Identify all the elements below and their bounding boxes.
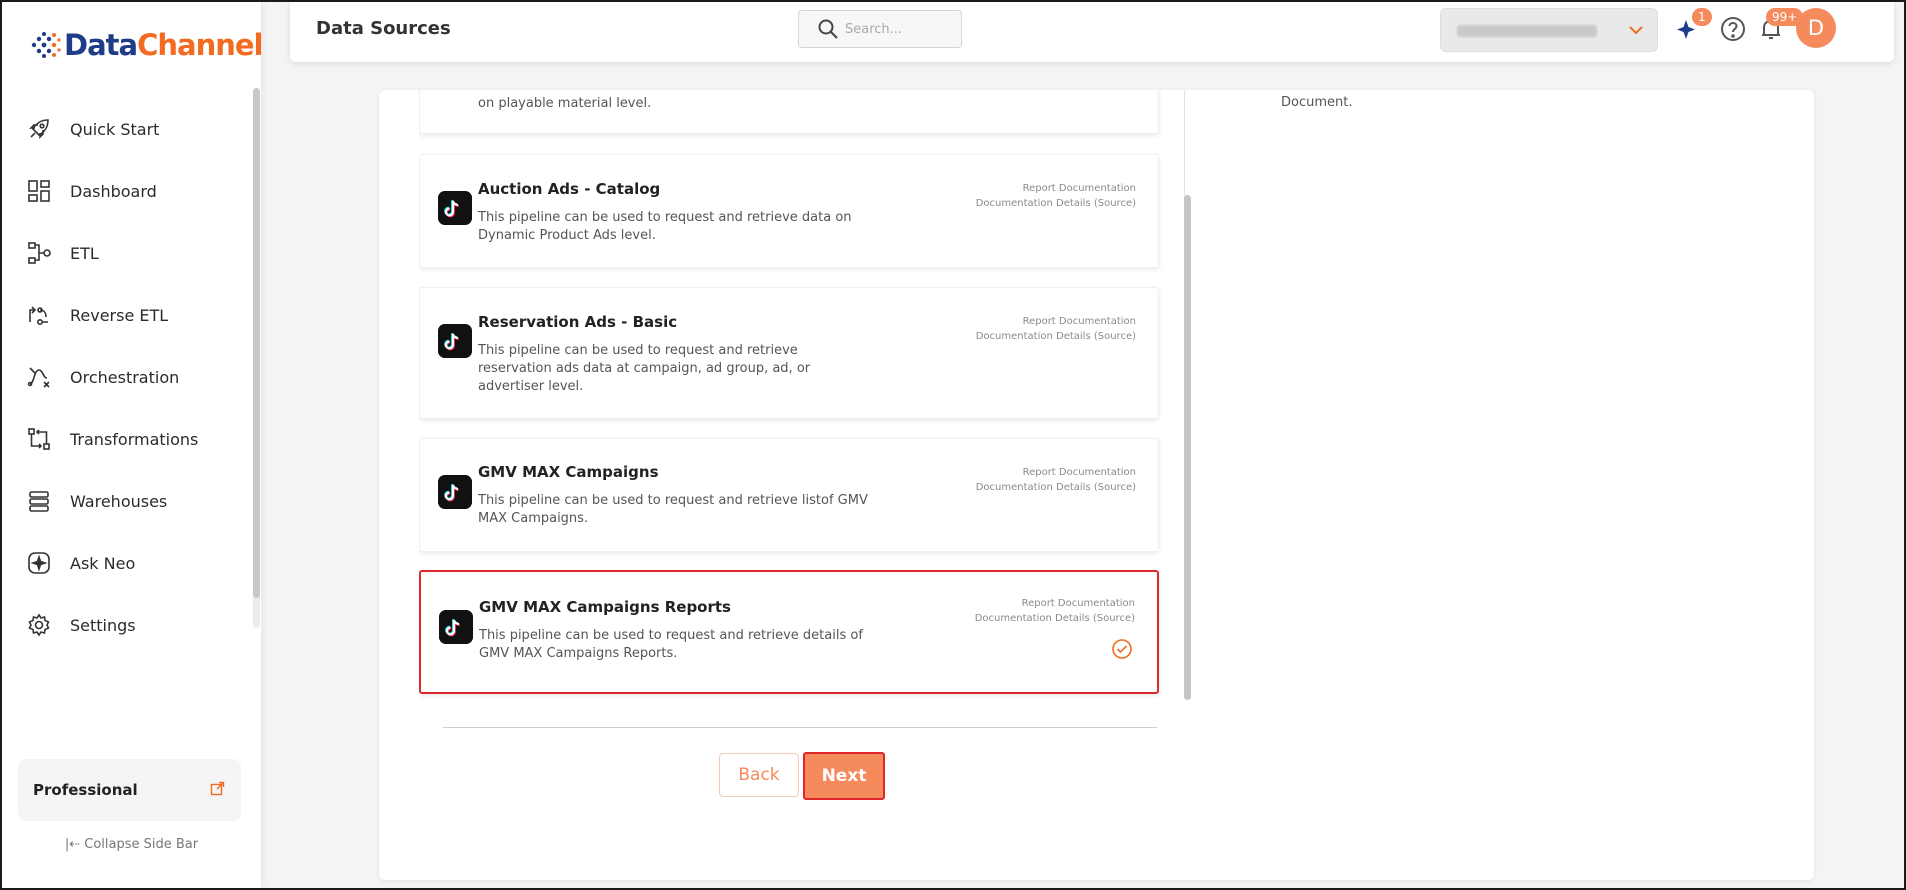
- sidebar-item-label: Settings: [70, 615, 136, 635]
- documentation-details-link[interactable]: Documentation Details (Source): [976, 480, 1136, 495]
- ask-neo-icon: [28, 552, 50, 574]
- pipeline-card[interactable]: GMV MAX Campaigns This pipeline can be u…: [419, 438, 1159, 552]
- warehouses-icon: [29, 491, 49, 512]
- sidebar-item-label: Warehouses: [70, 491, 168, 511]
- pipeline-name: Auction Ads - Catalog: [478, 180, 661, 198]
- tiktok-icon: [438, 324, 472, 358]
- orchestration-icon: [27, 367, 50, 388]
- sidebar-item-dashboard[interactable]: Dashboard: [2, 160, 252, 222]
- sidebar-item-label: Orchestration: [70, 367, 180, 387]
- settings-icon: [28, 613, 50, 637]
- sidebar-scrollbar-thumb[interactable]: [253, 88, 260, 598]
- ai-badge: 1: [1692, 8, 1712, 26]
- rocket-icon: [29, 119, 49, 139]
- pipeline-card[interactable]: Auction Ads - Catalog This pipeline can …: [419, 154, 1159, 268]
- pipeline-name: Reservation Ads - Basic: [478, 313, 678, 331]
- pipeline-links: Report Documentation Documentation Detai…: [976, 181, 1136, 211]
- sidebar-item-transformations[interactable]: Transformations: [2, 408, 252, 470]
- details-text: Document.: [1281, 95, 1353, 110]
- pipeline-card-selected[interactable]: GMV MAX Campaigns Reports This pipeline …: [419, 570, 1159, 694]
- collapse-sidebar-button[interactable]: |⇠ Collapse Side Bar: [2, 837, 261, 852]
- dashboard-icon: [28, 180, 50, 202]
- sidebar-item-etl[interactable]: ETL: [2, 222, 252, 284]
- top-header: Data Sources Search... 1 99+ D: [290, 2, 1894, 62]
- pipeline-list: on playable material level. Auction Ads …: [419, 90, 1179, 700]
- plan-name: Professional: [33, 781, 138, 799]
- pipeline-description: This pipeline can be used to request and…: [478, 493, 868, 526]
- pipeline-card-partial[interactable]: on playable material level.: [419, 90, 1159, 134]
- user-avatar[interactable]: D: [1796, 8, 1836, 48]
- brand-logo[interactable]: DataChannel: [26, 24, 263, 66]
- brand-name: DataChannel: [64, 28, 263, 62]
- sidebar-item-reverse-etl[interactable]: Reverse ETL: [2, 284, 252, 346]
- chevron-down-icon: [1629, 26, 1643, 35]
- brand-name-part1: Data: [64, 28, 138, 62]
- transformations-icon: [28, 428, 50, 450]
- list-scrollbar-thumb[interactable]: [1184, 195, 1191, 700]
- brand-name-part2: Channel: [137, 28, 263, 62]
- pipeline-links: Report Documentation Documentation Detai…: [975, 596, 1135, 626]
- search-icon: [818, 19, 838, 39]
- sidebar-item-orchestration[interactable]: Orchestration: [2, 346, 252, 408]
- help-icon[interactable]: [1718, 14, 1748, 44]
- pipeline-links: Report Documentation Documentation Detai…: [976, 314, 1136, 344]
- search-placeholder: Search...: [845, 21, 903, 37]
- pipeline-name: GMV MAX Campaigns: [478, 463, 659, 481]
- sidebar-item-label: Quick Start: [70, 119, 160, 139]
- report-documentation-link[interactable]: Report Documentation: [976, 181, 1136, 196]
- pipeline-description: This pipeline can be used to request and…: [479, 628, 863, 661]
- pipeline-description: This pipeline can be used to request and…: [478, 210, 852, 243]
- sidebar-item-warehouses[interactable]: Warehouses: [2, 470, 252, 532]
- sidebar-item-ask-neo[interactable]: Ask Neo: [2, 532, 252, 594]
- documentation-details-link[interactable]: Documentation Details (Source): [976, 329, 1136, 344]
- sidebar-item-label: Ask Neo: [70, 553, 136, 573]
- etl-icon: [28, 242, 51, 264]
- report-documentation-link[interactable]: Report Documentation: [976, 314, 1136, 329]
- sidebar: DataChannel Quick Start Dashboard ETL Re…: [2, 2, 263, 888]
- sidebar-item-label: Dashboard: [70, 181, 157, 201]
- app-window: DataChannel Quick Start Dashboard ETL Re…: [0, 0, 1906, 890]
- logo-mark-icon: [31, 32, 61, 58]
- collapse-icon: |⇠: [64, 837, 85, 852]
- report-documentation-link[interactable]: Report Documentation: [976, 465, 1136, 480]
- tiktok-icon: [438, 475, 472, 509]
- sidebar-nav: Quick Start Dashboard ETL Reverse ETL Or…: [2, 98, 252, 656]
- plan-card[interactable]: Professional: [18, 759, 241, 821]
- sidebar-scrollbar[interactable]: [253, 88, 260, 628]
- collapse-label: Collapse Side Bar: [84, 837, 199, 852]
- documentation-details-link[interactable]: Documentation Details (Source): [976, 196, 1136, 211]
- pipeline-description: on playable material level.: [478, 96, 652, 111]
- organization-select[interactable]: [1440, 8, 1658, 52]
- organization-name-redacted: [1457, 25, 1597, 37]
- page-title: Data Sources: [316, 18, 451, 39]
- external-link-icon[interactable]: [210, 781, 225, 796]
- main-panel: on playable material level. Auction Ads …: [379, 90, 1814, 880]
- sidebar-item-settings[interactable]: Settings: [2, 594, 252, 656]
- sidebar-item-quick-start[interactable]: Quick Start: [2, 98, 252, 160]
- sidebar-item-label: ETL: [70, 243, 99, 263]
- search-input[interactable]: Search...: [798, 10, 962, 48]
- pipeline-name: GMV MAX Campaigns Reports: [479, 598, 731, 616]
- tiktok-icon: [439, 610, 473, 644]
- next-button[interactable]: Next: [803, 752, 885, 800]
- pipeline-description: This pipeline can be used to request and…: [478, 343, 811, 394]
- sidebar-item-label: Transformations: [70, 429, 199, 449]
- tiktok-icon: [438, 191, 472, 225]
- reverse-etl-icon: [29, 306, 48, 325]
- actions-divider: [443, 727, 1157, 728]
- report-documentation-link[interactable]: Report Documentation: [975, 596, 1135, 611]
- sidebar-item-label: Reverse ETL: [70, 305, 169, 325]
- back-button[interactable]: Back: [719, 753, 799, 797]
- check-circle-icon: [1112, 639, 1132, 659]
- pipeline-card[interactable]: Reservation Ads - Basic This pipeline ca…: [419, 287, 1159, 419]
- documentation-details-link[interactable]: Documentation Details (Source): [975, 611, 1135, 626]
- pipeline-links: Report Documentation Documentation Detai…: [976, 465, 1136, 495]
